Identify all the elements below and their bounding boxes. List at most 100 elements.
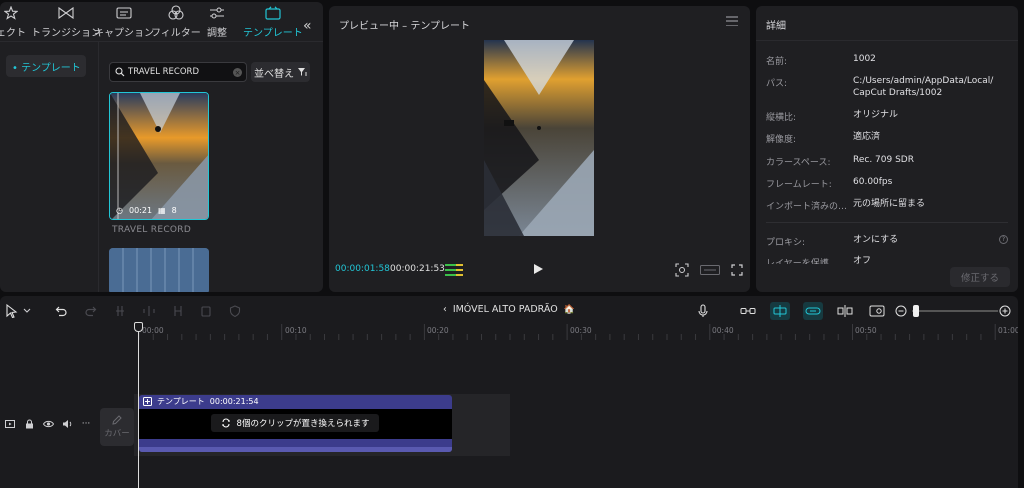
tab-filter[interactable]: フィルター xyxy=(151,5,201,41)
tab-template[interactable]: テンプレート xyxy=(243,5,303,41)
replace-clips-button[interactable]: 8個のクリップが置き換えられます xyxy=(211,414,379,432)
tab-effects[interactable]: ェクト xyxy=(0,5,26,41)
cover-label: カバー xyxy=(104,429,130,439)
detail-imported-label: インポート済みの… xyxy=(766,202,848,212)
detail-name-value: 1002 xyxy=(853,54,876,64)
shield-icon[interactable] xyxy=(227,303,243,319)
transition-icon xyxy=(58,5,74,21)
detail-proxy-label: プロキシ: xyxy=(766,238,806,248)
caption-track-icon[interactable] xyxy=(867,302,887,320)
detail-imported-value: 元の場所に留まる xyxy=(853,199,926,209)
redo-icon[interactable] xyxy=(83,303,99,319)
delete-icon[interactable] xyxy=(198,303,214,319)
template-clip-icon xyxy=(143,396,152,406)
detail-path-value: C:/Users/admin/AppData/Local/ CapCut Dra… xyxy=(853,76,994,98)
capcut-editor-window: ェクト トランジション キャプション フィルター 調整 テンプレート « • テ… xyxy=(0,0,1024,488)
search-icon xyxy=(115,67,125,77)
project-emoji-icon: 🏠 xyxy=(563,304,575,315)
detail-colorspace-value: Rec. 709 SDR xyxy=(853,155,914,165)
timeline-panel: ‹ IMÓVEL ALTO PADRÃO 🏠 00:00 00:10 00:20… xyxy=(0,296,1018,488)
replace-clips-text: 8個のクリップが置き換えられます xyxy=(236,419,370,429)
effects-star-icon xyxy=(3,5,19,21)
clip-count-icon: ▦ xyxy=(158,206,166,215)
zoom-out-icon[interactable] xyxy=(891,302,911,320)
split-left-icon[interactable] xyxy=(141,303,157,319)
template-icon xyxy=(265,5,281,21)
ruler-label: 00:00 xyxy=(142,326,164,335)
replace-refresh-icon xyxy=(221,418,230,428)
preview-axis-icon[interactable] xyxy=(835,302,855,320)
tab-filter-label: フィルター xyxy=(151,28,201,39)
fullscreen-icon[interactable] xyxy=(729,262,745,278)
filter-icon xyxy=(168,5,184,21)
library-tab-bar: ェクト トランジション キャプション フィルター 調整 テンプレート « xyxy=(0,2,323,42)
more-options-icon[interactable]: ··· xyxy=(80,418,92,430)
tab-adjust[interactable]: 調整 xyxy=(207,5,227,41)
select-cursor-icon[interactable] xyxy=(4,303,20,319)
tab-template-label: テンプレート xyxy=(243,28,303,39)
clip-duration: 00:00:21:54 xyxy=(209,396,259,406)
details-panel: 詳細 名前: 1002 パス: C:/Users/admin/AppData/L… xyxy=(756,6,1018,292)
tab-caption[interactable]: キャプション xyxy=(94,5,154,41)
playhead-line[interactable] xyxy=(138,324,139,488)
eye-visibility-icon[interactable] xyxy=(42,418,54,430)
template-card-title: TRAVEL RECORD xyxy=(112,225,192,235)
undo-icon[interactable] xyxy=(53,303,69,319)
adjust-sliders-icon xyxy=(209,5,225,21)
detail-path-label: パス: xyxy=(766,79,788,89)
link-clips-icon[interactable] xyxy=(738,302,758,320)
current-timecode: 00:00:01:58 xyxy=(335,264,390,274)
detail-proxy-value[interactable]: オンにする xyxy=(853,234,898,246)
cursor-dropdown-chevron-icon[interactable] xyxy=(22,303,32,319)
aspect-ratio-icon[interactable] xyxy=(699,262,721,278)
details-header-divider xyxy=(756,40,1018,41)
audio-level-icon xyxy=(445,264,463,276)
sidebar-item-template[interactable]: • テンプレート xyxy=(6,55,86,77)
cover-button[interactable]: カバー xyxy=(100,408,134,446)
detail-name-label: 名前: xyxy=(766,57,788,67)
zoom-in-icon[interactable] xyxy=(995,302,1015,320)
project-title[interactable]: ‹ IMÓVEL ALTO PADRÃO 🏠 xyxy=(443,304,575,315)
detail-layer-value[interactable]: オフ xyxy=(853,255,871,264)
template-card-thumbnail[interactable]: ◷ 00:21 ▦ 8 xyxy=(109,92,209,220)
modify-button[interactable]: 修正する xyxy=(950,267,1010,287)
zoom-slider-handle[interactable] xyxy=(913,305,919,317)
detail-colorspace-label: カラースペース: xyxy=(766,158,831,168)
search-input[interactable]: TRAVEL RECORD × xyxy=(109,62,247,82)
speaker-audio-icon[interactable] xyxy=(61,418,73,430)
duration-clock-icon: ◷ xyxy=(116,206,123,215)
microphone-icon[interactable] xyxy=(693,302,713,320)
clear-search-icon[interactable]: × xyxy=(233,68,242,77)
tab-transition[interactable]: トランジション xyxy=(31,5,101,41)
template-clip[interactable]: テンプレート 00:00:21:54 8個のクリップが置き換えられます xyxy=(139,395,452,452)
split-icon[interactable] xyxy=(112,303,128,319)
template-preview-image xyxy=(110,93,208,219)
split-right-icon[interactable] xyxy=(170,303,186,319)
playhead-handle[interactable] xyxy=(134,322,143,332)
zoom-fit-icon[interactable] xyxy=(674,262,690,278)
pencil-edit-icon xyxy=(112,415,122,425)
ruler-label: 00:10 xyxy=(285,326,307,335)
zoom-slider-track[interactable] xyxy=(912,310,998,312)
template-duration: 00:21 xyxy=(128,206,153,215)
project-name: IMÓVEL ALTO PADRÃO xyxy=(452,304,558,315)
ruler-label: 00:30 xyxy=(570,326,592,335)
collapse-panel-icon[interactable]: « xyxy=(303,18,312,34)
play-button[interactable] xyxy=(534,264,543,274)
preview-menu-icon[interactable] xyxy=(726,16,738,26)
detail-layer-label: レイヤーを保護 xyxy=(766,259,829,264)
template-card-thumbnail-2[interactable] xyxy=(109,248,209,292)
auto-linkage-icon[interactable] xyxy=(803,302,823,320)
sort-button[interactable]: 並べ替え xyxy=(251,62,310,82)
ruler-label: 00:20 xyxy=(427,326,449,335)
proxy-help-icon[interactable]: ? xyxy=(999,235,1008,244)
lock-track-icon[interactable] xyxy=(23,418,35,430)
template-clip-count: 8 xyxy=(171,206,177,215)
timeline-ruler[interactable]: 00:00 00:10 00:20 00:30 00:40 00:50 01:0… xyxy=(138,324,1018,340)
total-timecode: 00:00:21:53 xyxy=(390,264,445,274)
chevron-left-icon[interactable]: ‹ xyxy=(443,304,447,315)
caption-icon xyxy=(116,5,132,21)
magnet-snap-icon[interactable] xyxy=(770,302,790,320)
detail-resolution-value: 適応済 xyxy=(853,132,881,142)
ruler-label: 00:50 xyxy=(855,326,877,335)
